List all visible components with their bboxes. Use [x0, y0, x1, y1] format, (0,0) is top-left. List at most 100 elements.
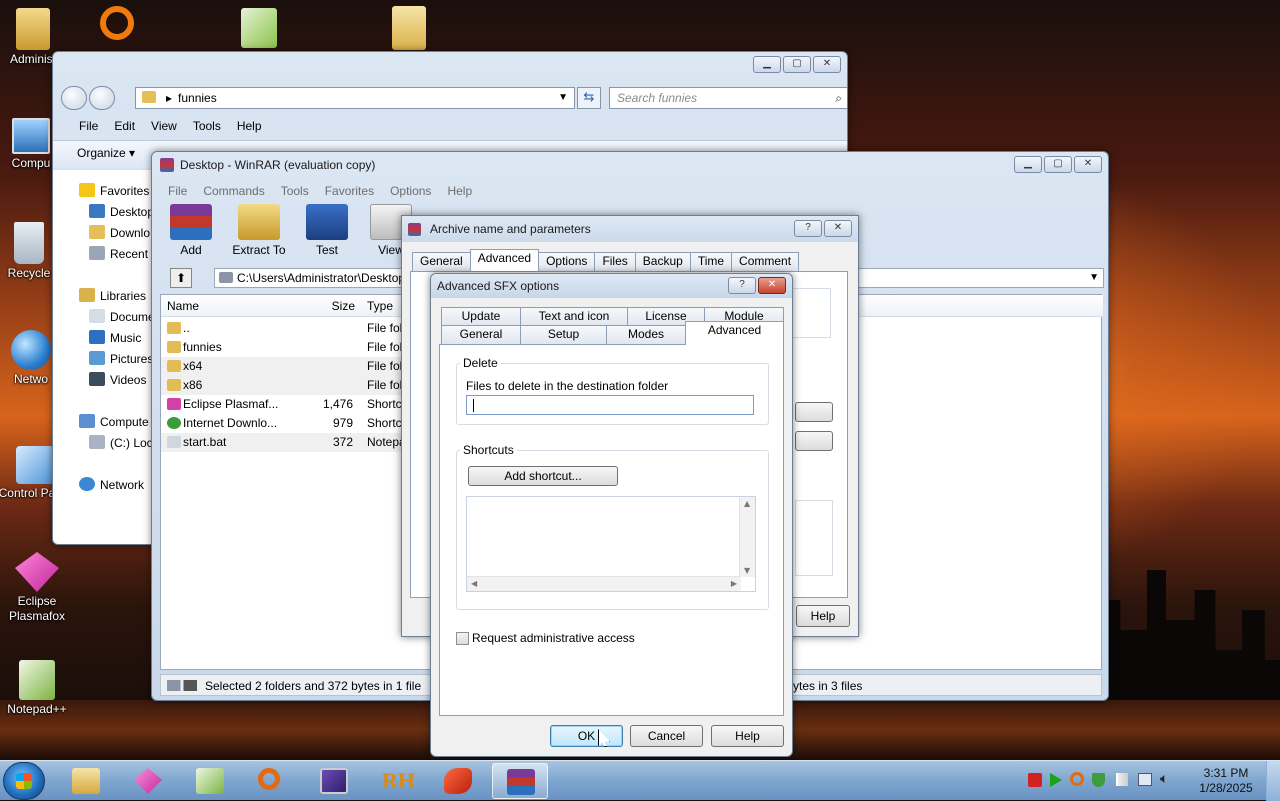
nav-videos[interactable]: Videos	[89, 371, 146, 389]
nav-music[interactable]: Music	[89, 329, 141, 347]
desktop-icon-orange-app[interactable]	[80, 6, 154, 42]
tray-shield-icon[interactable]	[1092, 773, 1105, 787]
close-button[interactable]: ✕	[824, 220, 852, 237]
column-name[interactable]: Name	[161, 295, 281, 317]
taskbar-explorer[interactable]	[58, 763, 114, 799]
nav-favorites[interactable]: Favorites	[79, 182, 149, 200]
tray-network-icon[interactable]	[1138, 773, 1152, 786]
hidden-button-2[interactable]	[795, 431, 833, 451]
file-row-parent[interactable]: .. File fol	[161, 319, 421, 338]
desktop-icon-folder[interactable]	[372, 6, 446, 52]
taskbar-clock[interactable]: 3:31 PM 1/28/2025	[1196, 766, 1256, 796]
maximize-button[interactable]: ▢	[783, 56, 811, 73]
archive-help-button[interactable]: Help	[796, 605, 850, 627]
scroll-left-arrow-icon[interactable]: ◀	[471, 579, 477, 588]
vertical-scrollbar[interactable]: ▲ ▼	[739, 497, 755, 577]
menu-help[interactable]: Help	[235, 118, 264, 134]
menu-tools[interactable]: Tools	[279, 183, 311, 199]
taskbar-notepadpp[interactable]	[182, 763, 238, 799]
tab-general[interactable]: General	[412, 252, 471, 271]
cancel-button[interactable]: Cancel	[630, 725, 703, 747]
taskbar-pepper-app[interactable]	[430, 763, 486, 799]
close-button[interactable]: ✕	[758, 277, 786, 294]
taskbar-search-app[interactable]	[244, 763, 300, 799]
delete-files-input[interactable]	[466, 395, 754, 415]
tray-search-icon[interactable]	[1070, 772, 1084, 786]
extract-to-button[interactable]: Extract To	[226, 204, 292, 262]
organize-button[interactable]: Organize ▾	[77, 146, 135, 160]
tray-flag-icon[interactable]	[1116, 773, 1128, 786]
show-desktop-button[interactable]	[1266, 761, 1280, 801]
close-button[interactable]: ✕	[813, 56, 841, 73]
tab-setup[interactable]: Setup	[520, 325, 607, 344]
tray-volume-icon[interactable]: 🔈︎	[1160, 771, 1168, 787]
nav-computer[interactable]: Compute	[79, 413, 149, 431]
menu-view[interactable]: View	[149, 118, 179, 134]
tab-modes[interactable]: Modes	[606, 325, 686, 344]
menu-tools[interactable]: Tools	[191, 118, 223, 134]
tab-advanced[interactable]: Advanced	[469, 249, 540, 271]
scroll-down-arrow-icon[interactable]: ▼	[744, 566, 750, 575]
desktop-icon-eclipse-plasmafox[interactable]: Eclipse Plasmafox	[0, 552, 74, 624]
scroll-right-arrow-icon[interactable]: ▶	[731, 579, 737, 588]
menu-help[interactable]: Help	[445, 183, 474, 199]
nav-libraries[interactable]: Libraries	[79, 287, 146, 305]
tab-general[interactable]: General	[441, 325, 521, 344]
tab-update[interactable]: Update	[441, 307, 521, 326]
tab-comment[interactable]: Comment	[731, 252, 800, 271]
help-caption-button[interactable]: ?	[794, 220, 822, 237]
forward-button[interactable]	[89, 86, 115, 110]
tab-options[interactable]: Options	[538, 252, 596, 271]
taskbar-plasmafox[interactable]	[120, 763, 176, 799]
taskbar-winrar[interactable]	[492, 763, 548, 799]
add-button[interactable]: Add	[162, 204, 220, 262]
tab-time[interactable]: Time	[689, 252, 733, 271]
taskbar-resource-hacker[interactable]: RH	[368, 763, 424, 799]
chevron-down-icon[interactable]: ▼	[558, 88, 568, 108]
tab-backup[interactable]: Backup	[634, 252, 691, 271]
search-icon[interactable]: ⌕	[835, 88, 842, 108]
add-shortcut-button[interactable]: Add shortcut...	[468, 466, 618, 486]
start-button[interactable]	[3, 762, 45, 800]
request-admin-checkbox[interactable]	[456, 632, 469, 645]
search-input[interactable]: Search funnies ⌕	[609, 87, 847, 109]
back-button[interactable]	[61, 86, 87, 110]
nav-network[interactable]: Network	[79, 476, 144, 494]
nav-pictures[interactable]: Pictures	[89, 350, 153, 368]
menu-options[interactable]: Options	[388, 183, 433, 199]
tab-advanced[interactable]: Advanced	[685, 321, 784, 345]
menu-favorites[interactable]: Favorites	[323, 183, 376, 199]
file-row-x86[interactable]: x86 File fol	[161, 376, 421, 395]
maximize-button[interactable]: ▢	[1044, 156, 1072, 173]
menu-edit[interactable]: Edit	[112, 118, 137, 134]
file-row-funnies[interactable]: funnies File fol	[161, 338, 421, 357]
help-caption-button[interactable]: ?	[728, 277, 756, 294]
menu-file[interactable]: File	[166, 183, 189, 199]
shortcuts-list[interactable]: ▲ ▼ ◀ ▶	[466, 496, 756, 592]
horizontal-scrollbar[interactable]: ◀ ▶	[467, 576, 741, 591]
file-row-start-bat[interactable]: start.bat 372 Notepa	[161, 433, 421, 452]
request-admin-label[interactable]: Request administrative access	[472, 631, 635, 645]
tray-red-x-icon[interactable]	[1028, 773, 1042, 787]
close-button[interactable]: ✕	[1074, 156, 1102, 173]
minimize-button[interactable]: ▁	[753, 56, 781, 73]
ok-button[interactable]: OK	[550, 725, 623, 747]
tray-play-icon[interactable]	[1050, 773, 1062, 787]
file-row-internet-download[interactable]: Internet Downlo... 979 Shortc	[161, 414, 421, 433]
help-button[interactable]: Help	[711, 725, 784, 747]
nav-recent[interactable]: Recent l	[89, 245, 154, 263]
nav-documents[interactable]: Docume	[89, 308, 155, 326]
scroll-up-arrow-icon[interactable]: ▲	[744, 499, 750, 508]
desktop-icon-notepadpp[interactable]: Notepad++	[0, 660, 74, 717]
desktop-icon-notepad-shortcut[interactable]	[222, 8, 296, 50]
nav-desktop[interactable]: Desktop	[89, 203, 154, 221]
up-folder-button[interactable]: ⬆	[170, 268, 192, 288]
file-row-x64[interactable]: x64 File fol	[161, 357, 421, 376]
tab-files[interactable]: Files	[594, 252, 636, 271]
nav-downloads[interactable]: Downlo	[89, 224, 150, 242]
refresh-button[interactable]: ⇆	[577, 87, 601, 109]
test-button[interactable]: Test	[298, 204, 356, 262]
minimize-button[interactable]: ▁	[1014, 156, 1042, 173]
chevron-down-icon[interactable]: ▼	[1089, 269, 1099, 287]
menu-file[interactable]: File	[77, 118, 100, 134]
